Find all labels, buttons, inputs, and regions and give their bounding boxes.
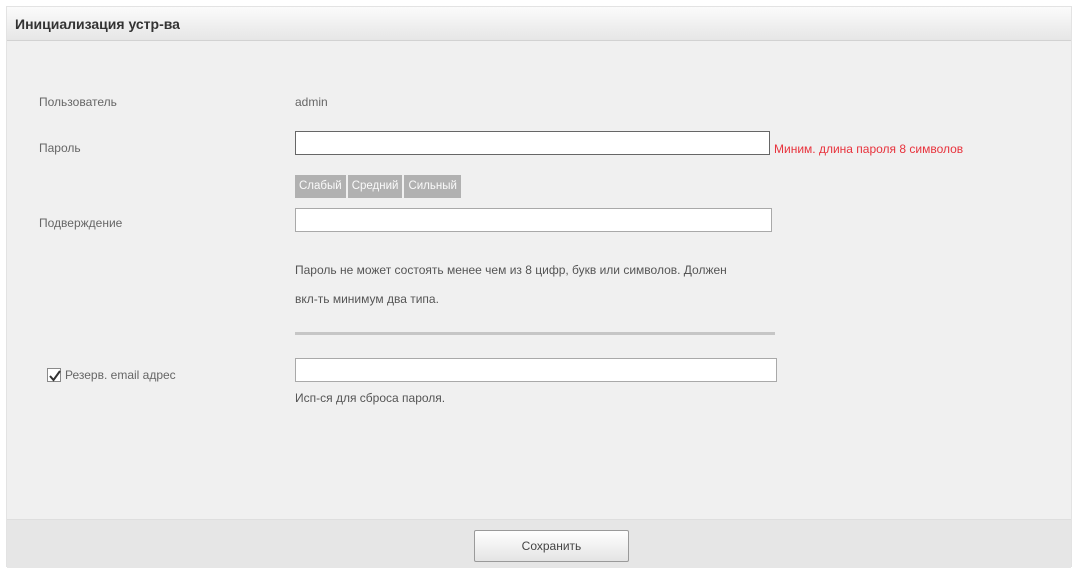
strength-medium: Средний [347,175,403,198]
password-rules-hint-line2: вкл-ть минимум два типа. [295,292,439,306]
dialog-title-bar: Инициализация устр-ва [7,7,1071,41]
dialog-footer: Сохранить [7,519,1071,568]
password-input[interactable] [295,131,770,155]
confirm-label: Подверждение [39,216,123,230]
backup-email-label: Резерв. email адрес [65,368,176,382]
user-value: admin [295,95,328,109]
user-label: Пользователь [39,95,117,109]
dialog-title: Инициализация устр-ва [15,16,180,32]
backup-email-note: Исп-ся для сброса пароля. [295,391,446,405]
confirm-password-input[interactable] [295,208,772,232]
strength-weak: Слабый [295,175,346,198]
password-label: Пароль [39,141,81,155]
device-init-dialog: Инициализация устр-ва Пользователь admin… [6,6,1072,568]
checkmark-icon [49,370,61,382]
password-error: Миним. длина пароля 8 символов [774,142,964,156]
password-rules-hint-line1: Пароль не может состоять менее чем из 8 … [295,263,727,277]
password-strength-meter: Слабый Средний Сильный [295,175,461,198]
backup-email-checkbox[interactable] [47,368,61,382]
strength-strong: Сильный [404,175,461,198]
save-button[interactable]: Сохранить [474,530,629,562]
backup-email-input[interactable] [295,358,777,382]
section-divider [295,332,775,335]
